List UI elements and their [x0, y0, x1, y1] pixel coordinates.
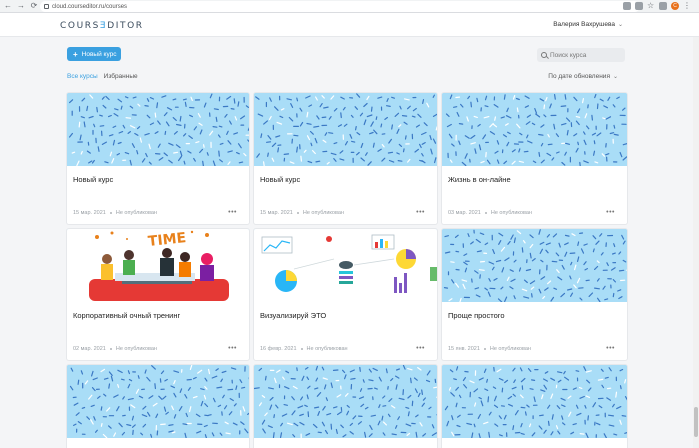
course-status: Не опубликован [302, 210, 344, 216]
profile-avatar[interactable]: C [671, 2, 679, 10]
forward-icon[interactable]: → [16, 1, 26, 11]
course-date: 15 мар. 2021 [260, 210, 293, 216]
course-title[interactable]: Новый курс [73, 175, 113, 184]
tab-favorites[interactable]: Избранные [104, 73, 138, 80]
course-date: 16 февр. 2021 [260, 346, 297, 352]
more-options-icon[interactable]: ••• [416, 209, 425, 216]
course-status: Не опубликован [490, 210, 532, 216]
search-input[interactable] [550, 51, 620, 59]
more-options-icon[interactable]: ••• [228, 209, 237, 216]
lock-icon [44, 4, 49, 9]
user-menu[interactable]: Валерия Вахрушева ⌄ [553, 21, 623, 28]
course-cover-image[interactable] [254, 93, 437, 166]
course-cover-image[interactable] [67, 93, 249, 166]
course-meta: 02 мар. 2021 Не опубликован [73, 346, 157, 352]
course-card[interactable] [442, 365, 627, 448]
course-date: 03 мар. 2021 [448, 210, 481, 216]
course-title[interactable]: Проще простого [448, 311, 505, 320]
user-name: Валерия Вахрушева [553, 21, 615, 28]
separator-dot [296, 212, 299, 214]
course-card[interactable]: TIME Корпоративный очный тренинг 02 мар. … [67, 229, 249, 360]
course-title[interactable]: Корпоративный очный тренинг [73, 311, 180, 320]
sort-label: По дате обновления [548, 73, 610, 80]
logo[interactable]: COURSƎDITOR [60, 21, 144, 31]
app-header: COURSƎDITOR Валерия Вахрушева ⌄ [0, 13, 699, 37]
extension-icon[interactable] [659, 2, 667, 10]
course-meta: 15 янв. 2021 Не опубликован [448, 346, 531, 352]
course-status: Не опубликован [115, 346, 157, 352]
course-cover-image[interactable] [254, 365, 437, 438]
course-cover-image[interactable] [442, 365, 627, 438]
course-card[interactable]: Жизнь в он-лайне 03 мар. 2021 Не опубликов… [442, 93, 627, 224]
search-icon [541, 52, 547, 58]
browser-menu-icon[interactable]: ⋮ [683, 2, 691, 10]
course-cover-image[interactable] [442, 93, 627, 166]
back-icon[interactable]: ← [3, 1, 13, 11]
course-date: 02 мар. 2021 [73, 346, 106, 352]
address-bar[interactable]: cloud.courseditor.ru/courses [40, 1, 640, 12]
scrollbar-thumb[interactable] [694, 407, 698, 437]
course-title[interactable]: Визуализируй ЭТО [260, 311, 326, 320]
logo-text: DITOR [107, 21, 144, 31]
course-card[interactable]: Новый курс 15 мар. 2021 Не опубликован ••• [67, 93, 249, 224]
extensions: ☆ C ⋮ [623, 2, 691, 10]
course-card[interactable]: Проще простого 15 янв. 2021 Не опубликован… [442, 229, 627, 360]
more-options-icon[interactable]: ••• [606, 345, 615, 352]
tab-all-courses[interactable]: Все курсы [67, 73, 98, 80]
separator-dot [109, 348, 112, 350]
course-grid: Новый курс 15 мар. 2021 Не опубликован ••• Н… [67, 93, 627, 448]
course-card[interactable] [254, 365, 437, 448]
more-options-icon[interactable]: ••• [606, 209, 615, 216]
plus-icon: + [73, 49, 78, 59]
course-meta: 15 мар. 2021 Не опубликован [73, 210, 157, 216]
course-title[interactable]: Жизнь в он-лайне [448, 175, 511, 184]
browser-toolbar: ← → ⟳ cloud.courseditor.ru/courses ☆ C ⋮ [0, 0, 699, 13]
course-card[interactable] [67, 365, 249, 448]
reload-icon[interactable]: ⟳ [29, 1, 39, 11]
separator-dot [109, 212, 112, 214]
new-course-button[interactable]: + Новый курс [67, 47, 121, 61]
chevron-down-icon: ⌄ [612, 74, 618, 80]
scrollbar[interactable] [693, 37, 699, 448]
course-date: 15 янв. 2021 [448, 346, 480, 352]
extension-icon[interactable] [635, 2, 643, 10]
separator-dot [483, 348, 486, 350]
sort-dropdown[interactable]: По дате обновления ⌄ [548, 73, 618, 80]
chevron-down-icon: ⌄ [617, 22, 623, 28]
more-options-icon[interactable]: ••• [416, 345, 425, 352]
course-status: Не опубликован [489, 346, 531, 352]
course-status: Не опубликован [115, 210, 157, 216]
extension-icon[interactable] [623, 2, 631, 10]
separator-dot [300, 348, 303, 350]
course-meta: 16 февр. 2021 Не опубликован [260, 346, 348, 352]
course-card[interactable]: Новый курс 15 мар. 2021 Не опубликован ••• [254, 93, 437, 224]
course-cover-image[interactable]: TIME [67, 229, 249, 302]
separator-dot [484, 212, 487, 214]
course-cover-image[interactable] [442, 229, 627, 302]
course-meta: 15 мар. 2021 Не опубликован [260, 210, 344, 216]
course-cover-image[interactable] [67, 365, 249, 438]
course-cover-image[interactable] [254, 229, 437, 302]
url-text: cloud.courseditor.ru/courses [52, 3, 128, 10]
more-options-icon[interactable]: ••• [228, 345, 237, 352]
bookmark-star-icon[interactable]: ☆ [647, 2, 655, 10]
course-title[interactable]: Новый курс [260, 175, 300, 184]
course-date: 15 мар. 2021 [73, 210, 106, 216]
course-status: Не опубликован [306, 346, 348, 352]
logo-text: COURS [60, 21, 100, 31]
course-card[interactable]: Визуализируй ЭТО 16 февр. 2021 Не опублико… [254, 229, 437, 360]
course-meta: 03 мар. 2021 Не опубликован [448, 210, 532, 216]
search-box [537, 48, 625, 62]
course-tabs: Все курсы Избранные [67, 73, 138, 80]
new-course-label: Новый курс [81, 50, 117, 58]
